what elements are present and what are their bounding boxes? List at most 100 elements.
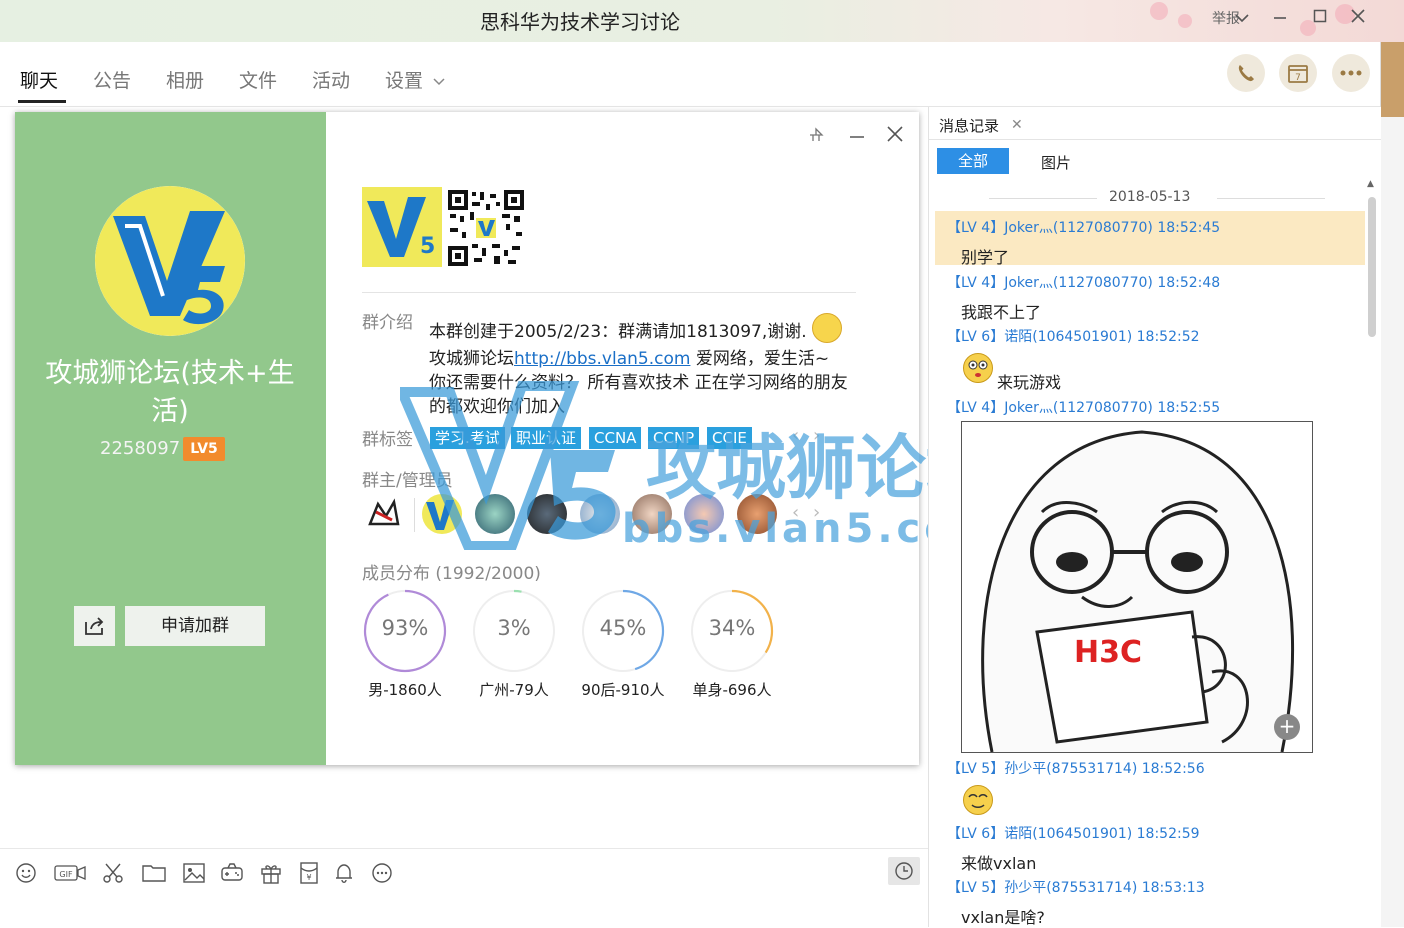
date-separator: 2018-05-13 [977,189,1337,207]
stat-ring-gender: 93% [363,589,447,677]
group-profile-card: 攻城狮论坛(技术+生活) 2258097 LV5 申请加群 5 群介绍 本群创建… [15,112,919,765]
group-id: 2258097 [100,438,181,459]
title-bar: 思科华为技术学习讨论 举报 [0,0,1404,42]
tab-chat[interactable]: 聊天 [20,66,58,93]
filter-all-button[interactable]: 全部 [937,148,1009,174]
close-icon[interactable] [1344,6,1372,30]
more-tools-icon[interactable] [370,861,394,885]
window-title: 思科华为技术学习讨论 [480,10,680,34]
share-button[interactable] [74,606,115,646]
panel-scrollbar[interactable]: ▲ [1366,177,1378,917]
message-text: 来玩游戏 [997,373,1062,392]
message-header[interactable]: 【LV 5】孙少平(875531714) 18:52:56 [947,758,1205,778]
admin-avatar[interactable] [422,494,462,534]
blossom-decoration [1178,14,1192,28]
more-options-icon[interactable] [1332,54,1370,92]
group-card-sidebar: 攻城狮论坛(技术+生活) 2258097 LV5 申请加群 [15,112,326,765]
minimize-icon[interactable] [1266,6,1294,30]
tab-files[interactable]: 文件 [239,66,277,93]
admin-avatar[interactable] [364,494,404,534]
tab-album[interactable]: 相册 [166,66,204,93]
message-header[interactable]: 【LV 4】Joker灬(1127080770) 18:52:55 [947,397,1220,417]
tag-certification[interactable]: 职业认证 [511,427,582,449]
group-intro: 本群创建于2005/2/23：群满请加1813097,谢谢. 攻城狮论坛http… [429,313,859,419]
gift-icon[interactable] [259,861,283,885]
admin-avatar[interactable] [475,494,515,534]
stat-caption: 单身-696人 [692,681,772,699]
tags-label: 群标签 [362,430,413,450]
maximize-icon[interactable] [1306,6,1334,30]
calendar-icon[interactable]: 7 [1279,54,1317,92]
message-header[interactable]: 【LV 4】Joker灬(1127080770) 18:52:48 [947,272,1220,292]
message-header[interactable]: 【LV 6】诺陌(1064501901) 18:52:52 [947,326,1200,346]
message-header[interactable]: 【LV 5】孙少平(875531714) 18:53:13 [947,877,1205,897]
date-label: 2018-05-13 [1109,189,1191,205]
chevron-right-icon[interactable]: › [813,502,820,523]
message-header[interactable]: 【LV 6】诺陌(1064501901) 18:52:59 [947,823,1200,843]
tab-announcement[interactable]: 公告 [93,66,131,93]
history-clock-icon[interactable] [888,857,920,885]
close-icon[interactable] [886,124,904,148]
bell-icon[interactable] [332,861,356,885]
intro-line-2-suffix: 爱网络，爱生活~ [690,349,830,369]
pin-icon[interactable] [808,124,824,148]
gif-icon[interactable]: GIF [54,861,86,885]
tag-ccna[interactable]: CCNA [589,427,642,449]
admin-avatar[interactable] [527,494,567,534]
chevron-down-icon [433,77,445,85]
chevron-right-icon[interactable]: › [813,425,820,446]
admins-label: 群主/管理员 [362,471,453,491]
cup-brand-text: H3C [1074,635,1142,670]
close-icon[interactable]: ✕ [1011,117,1023,133]
svg-text:¥: ¥ [306,873,311,882]
chevron-left-icon[interactable]: ‹ [792,425,799,446]
message-header[interactable]: 【LV 4】Joker灬(1127080770) 18:52:45 [947,217,1220,237]
emoji-icon[interactable] [14,861,38,885]
tab-message-history[interactable]: 消息记录 [939,115,999,136]
tab-settings-label: 设置 [385,70,424,92]
forum-link[interactable]: http://bbs.vlan5.com [514,349,690,369]
dizzy-emoji-icon [963,785,993,815]
meme-image[interactable]: H3C + [961,421,1313,753]
admin-avatar[interactable] [580,494,620,534]
screenshot-scissors-icon[interactable] [101,861,125,885]
minimize-icon[interactable] [848,124,866,148]
tab-settings[interactable]: 设置 [385,66,445,93]
smile-emoji-icon [812,313,843,343]
chevron-down-icon[interactable] [1228,6,1256,30]
svg-text:7: 7 [1295,73,1301,83]
stat-caption: 广州-79人 [479,681,549,699]
tag-ccie[interactable]: CCIE [707,427,752,449]
chevron-left-icon[interactable]: ‹ [792,502,799,523]
active-tab-indicator [18,100,66,103]
svg-text:GIF: GIF [59,870,73,879]
scrollbar-thumb[interactable] [1368,197,1376,337]
stat-percent: 93% [381,616,429,640]
join-group-button[interactable]: 申请加群 [125,606,265,646]
admin-avatar[interactable] [737,494,777,534]
input-toolbar: GIF ¥ [0,848,928,928]
stat-caption: 男-1860人 [368,681,442,699]
tag-study-exam[interactable]: 学习.考试 [430,427,505,449]
admin-avatar[interactable] [632,494,672,534]
stat-ring-single: 34% [690,589,774,677]
stat-percent: 45% [599,616,647,640]
game-controller-icon[interactable] [220,861,244,885]
red-packet-icon[interactable]: ¥ [297,861,321,885]
intro-line-2-prefix: 攻城狮论坛 [429,349,514,369]
tab-activity[interactable]: 活动 [312,66,350,93]
admin-avatar[interactable] [684,494,724,534]
folder-icon[interactable] [142,861,166,885]
zoom-in-icon[interactable]: + [1274,714,1300,740]
message-text: 别学了 [961,248,1010,267]
stat-ring-city: 3% [472,589,556,677]
scroll-up-icon[interactable]: ▲ [1367,179,1374,189]
stat-percent: 3% [497,616,531,640]
image-icon[interactable] [182,861,206,885]
group-tabs: 聊天 公告 相册 文件 活动 设置 7 [0,42,1380,107]
members-label: 成员分布 (1992/2000) [362,564,541,584]
phone-icon[interactable] [1227,54,1265,92]
intro-label: 群介绍 [362,313,413,333]
tag-ccnp[interactable]: CCNP [648,427,700,449]
filter-images-button[interactable]: 图片 [1041,152,1071,173]
